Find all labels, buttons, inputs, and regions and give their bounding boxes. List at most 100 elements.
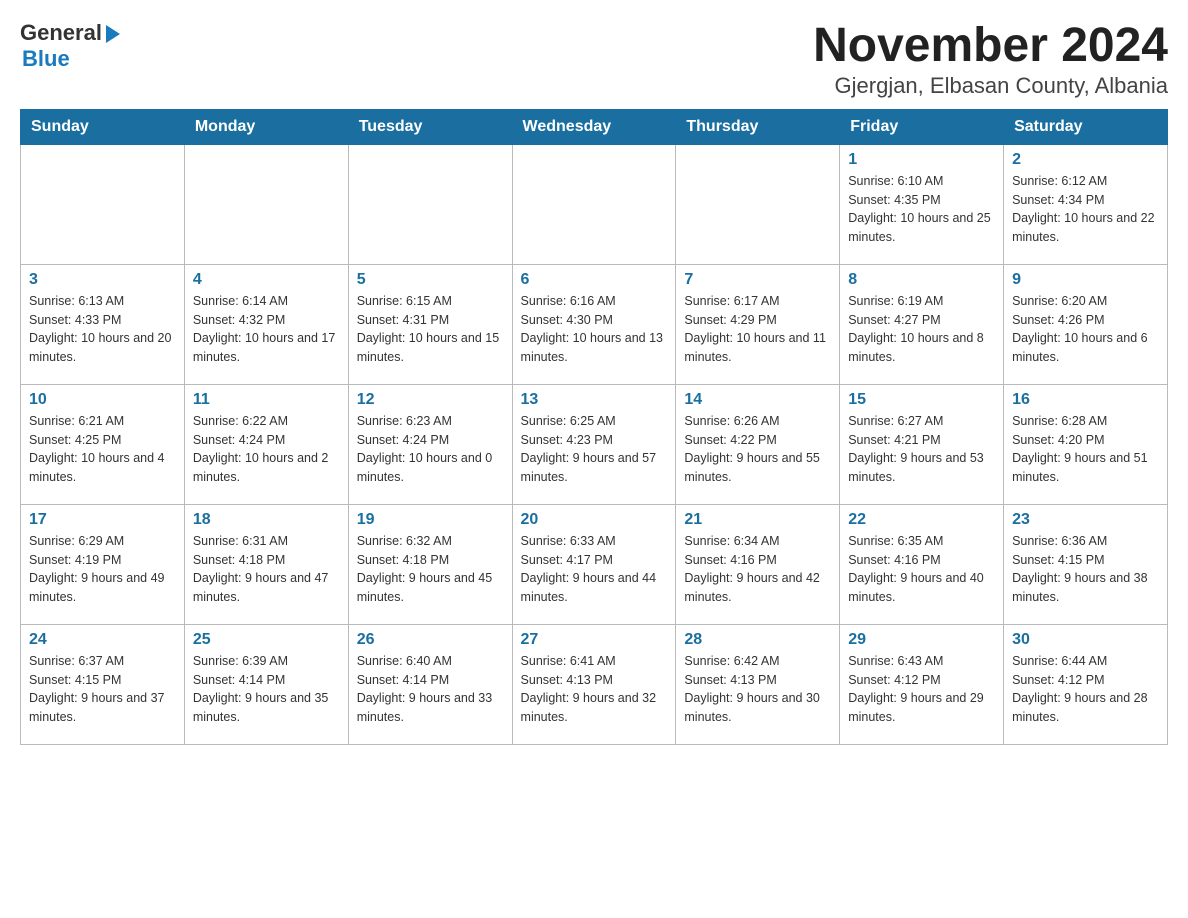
day-number: 3 (29, 271, 176, 289)
table-row: 15 Sunrise: 6:27 AMSunset: 4:21 PMDayligh… (840, 384, 1004, 504)
day-number: 11 (193, 391, 340, 409)
header-tuesday: Tuesday (348, 109, 512, 144)
logo-blue-text: Blue (22, 46, 70, 71)
day-info: Sunrise: 6:36 AMSunset: 4:15 PMDaylight:… (1012, 532, 1159, 607)
table-row: 9 Sunrise: 6:20 AMSunset: 4:26 PMDaylight… (1004, 264, 1168, 384)
day-info: Sunrise: 6:44 AMSunset: 4:12 PMDaylight:… (1012, 652, 1159, 727)
day-info: Sunrise: 6:35 AMSunset: 4:16 PMDaylight:… (848, 532, 995, 607)
day-info: Sunrise: 6:31 AMSunset: 4:18 PMDaylight:… (193, 532, 340, 607)
day-number: 15 (848, 391, 995, 409)
day-number: 4 (193, 271, 340, 289)
header-saturday: Saturday (1004, 109, 1168, 144)
day-info: Sunrise: 6:13 AMSunset: 4:33 PMDaylight:… (29, 292, 176, 367)
day-info: Sunrise: 6:17 AMSunset: 4:29 PMDaylight:… (684, 292, 831, 367)
table-row: 13 Sunrise: 6:25 AMSunset: 4:23 PMDayligh… (512, 384, 676, 504)
day-info: Sunrise: 6:25 AMSunset: 4:23 PMDaylight:… (521, 412, 668, 487)
table-row: 3 Sunrise: 6:13 AMSunset: 4:33 PMDaylight… (21, 264, 185, 384)
day-info: Sunrise: 6:40 AMSunset: 4:14 PMDaylight:… (357, 652, 504, 727)
day-info: Sunrise: 6:10 AMSunset: 4:35 PMDaylight:… (848, 172, 995, 247)
day-number: 10 (29, 391, 176, 409)
day-number: 19 (357, 511, 504, 529)
table-row: 4 Sunrise: 6:14 AMSunset: 4:32 PMDaylight… (184, 264, 348, 384)
table-row: 29Sunrise: 6:43 AMSunset: 4:12 PMDayligh… (840, 624, 1004, 744)
table-row: 8Sunrise: 6:19 AMSunset: 4:27 PMDaylight… (840, 264, 1004, 384)
day-info: Sunrise: 6:29 AMSunset: 4:19 PMDaylight:… (29, 532, 176, 607)
page-title: November 2024 (813, 20, 1168, 73)
day-info: Sunrise: 6:34 AMSunset: 4:16 PMDaylight:… (684, 532, 831, 607)
table-row: 27 Sunrise: 6:41 AMSunset: 4:13 PMDayligh… (512, 624, 676, 744)
day-number: 9 (1012, 271, 1159, 289)
table-row (184, 144, 348, 264)
table-row: 18 Sunrise: 6:31 AMSunset: 4:18 PMDayligh… (184, 504, 348, 624)
table-row: 12 Sunrise: 6:23 AMSunset: 4:24 PMDayligh… (348, 384, 512, 504)
table-row (21, 144, 185, 264)
day-number: 27 (521, 631, 668, 649)
table-row: 24 Sunrise: 6:37 AMSunset: 4:15 PMDayligh… (21, 624, 185, 744)
header-monday: Monday (184, 109, 348, 144)
calendar-week-row: 10 Sunrise: 6:21 AMSunset: 4:25 PMDayligh… (21, 384, 1168, 504)
day-number: 26 (357, 631, 504, 649)
logo-general-text: General (20, 20, 102, 46)
logo: General Blue (20, 20, 120, 72)
day-info: Sunrise: 6:33 AMSunset: 4:17 PMDaylight:… (521, 532, 668, 607)
day-number: 8 (848, 271, 995, 289)
day-info: Sunrise: 6:37 AMSunset: 4:15 PMDaylight:… (29, 652, 176, 727)
table-row (676, 144, 840, 264)
day-info: Sunrise: 6:16 AMSunset: 4:30 PMDaylight:… (521, 292, 668, 367)
table-row: 21 Sunrise: 6:34 AMSunset: 4:16 PMDayligh… (676, 504, 840, 624)
header-friday: Friday (840, 109, 1004, 144)
page-subtitle: Gjergjan, Elbasan County, Albania (813, 73, 1168, 99)
day-number: 18 (193, 511, 340, 529)
day-number: 21 (684, 511, 831, 529)
day-number: 16 (1012, 391, 1159, 409)
weekday-header-row: Sunday Monday Tuesday Wednesday Thursday… (21, 109, 1168, 144)
calendar-week-row: 3 Sunrise: 6:13 AMSunset: 4:33 PMDaylight… (21, 264, 1168, 384)
day-number: 17 (29, 511, 176, 529)
table-row (512, 144, 676, 264)
day-info: Sunrise: 6:21 AMSunset: 4:25 PMDaylight:… (29, 412, 176, 487)
table-row: 11Sunrise: 6:22 AMSunset: 4:24 PMDayligh… (184, 384, 348, 504)
day-number: 2 (1012, 151, 1159, 169)
header-thursday: Thursday (676, 109, 840, 144)
calendar-week-row: 1 Sunrise: 6:10 AMSunset: 4:35 PMDaylight… (21, 144, 1168, 264)
day-info: Sunrise: 6:26 AMSunset: 4:22 PMDaylight:… (684, 412, 831, 487)
calendar-table: Sunday Monday Tuesday Wednesday Thursday… (20, 109, 1168, 745)
table-row: 30 Sunrise: 6:44 AMSunset: 4:12 PMDayligh… (1004, 624, 1168, 744)
day-number: 30 (1012, 631, 1159, 649)
day-info: Sunrise: 6:12 AMSunset: 4:34 PMDaylight:… (1012, 172, 1159, 247)
table-row: 7 Sunrise: 6:17 AMSunset: 4:29 PMDaylight… (676, 264, 840, 384)
day-info: Sunrise: 6:14 AMSunset: 4:32 PMDaylight:… (193, 292, 340, 367)
table-row (348, 144, 512, 264)
title-block: November 2024 Gjergjan, Elbasan County, … (813, 20, 1168, 99)
table-row: 1 Sunrise: 6:10 AMSunset: 4:35 PMDaylight… (840, 144, 1004, 264)
day-info: Sunrise: 6:23 AMSunset: 4:24 PMDaylight:… (357, 412, 504, 487)
page-header: General Blue November 2024 Gjergjan, Elb… (20, 20, 1168, 99)
day-number: 7 (684, 271, 831, 289)
table-row: 6 Sunrise: 6:16 AMSunset: 4:30 PMDaylight… (512, 264, 676, 384)
day-info: Sunrise: 6:20 AMSunset: 4:26 PMDaylight:… (1012, 292, 1159, 367)
table-row: 19Sunrise: 6:32 AMSunset: 4:18 PMDayligh… (348, 504, 512, 624)
day-number: 14 (684, 391, 831, 409)
day-info: Sunrise: 6:28 AMSunset: 4:20 PMDaylight:… (1012, 412, 1159, 487)
day-number: 28 (684, 631, 831, 649)
day-number: 13 (521, 391, 668, 409)
day-number: 1 (848, 151, 995, 169)
day-number: 12 (357, 391, 504, 409)
day-number: 6 (521, 271, 668, 289)
table-row: 22Sunrise: 6:35 AMSunset: 4:16 PMDayligh… (840, 504, 1004, 624)
table-row: 28Sunrise: 6:42 AMSunset: 4:13 PMDayligh… (676, 624, 840, 744)
day-info: Sunrise: 6:41 AMSunset: 4:13 PMDaylight:… (521, 652, 668, 727)
table-row: 25Sunrise: 6:39 AMSunset: 4:14 PMDayligh… (184, 624, 348, 744)
day-number: 24 (29, 631, 176, 649)
table-row: 5Sunrise: 6:15 AMSunset: 4:31 PMDaylight… (348, 264, 512, 384)
calendar-week-row: 17 Sunrise: 6:29 AMSunset: 4:19 PMDayligh… (21, 504, 1168, 624)
header-wednesday: Wednesday (512, 109, 676, 144)
table-row: 2 Sunrise: 6:12 AMSunset: 4:34 PMDaylight… (1004, 144, 1168, 264)
table-row: 10 Sunrise: 6:21 AMSunset: 4:25 PMDayligh… (21, 384, 185, 504)
day-number: 25 (193, 631, 340, 649)
day-info: Sunrise: 6:27 AMSunset: 4:21 PMDaylight:… (848, 412, 995, 487)
table-row: 16 Sunrise: 6:28 AMSunset: 4:20 PMDayligh… (1004, 384, 1168, 504)
logo-triangle-icon (106, 25, 120, 43)
table-row: 14 Sunrise: 6:26 AMSunset: 4:22 PMDayligh… (676, 384, 840, 504)
table-row: 17 Sunrise: 6:29 AMSunset: 4:19 PMDayligh… (21, 504, 185, 624)
